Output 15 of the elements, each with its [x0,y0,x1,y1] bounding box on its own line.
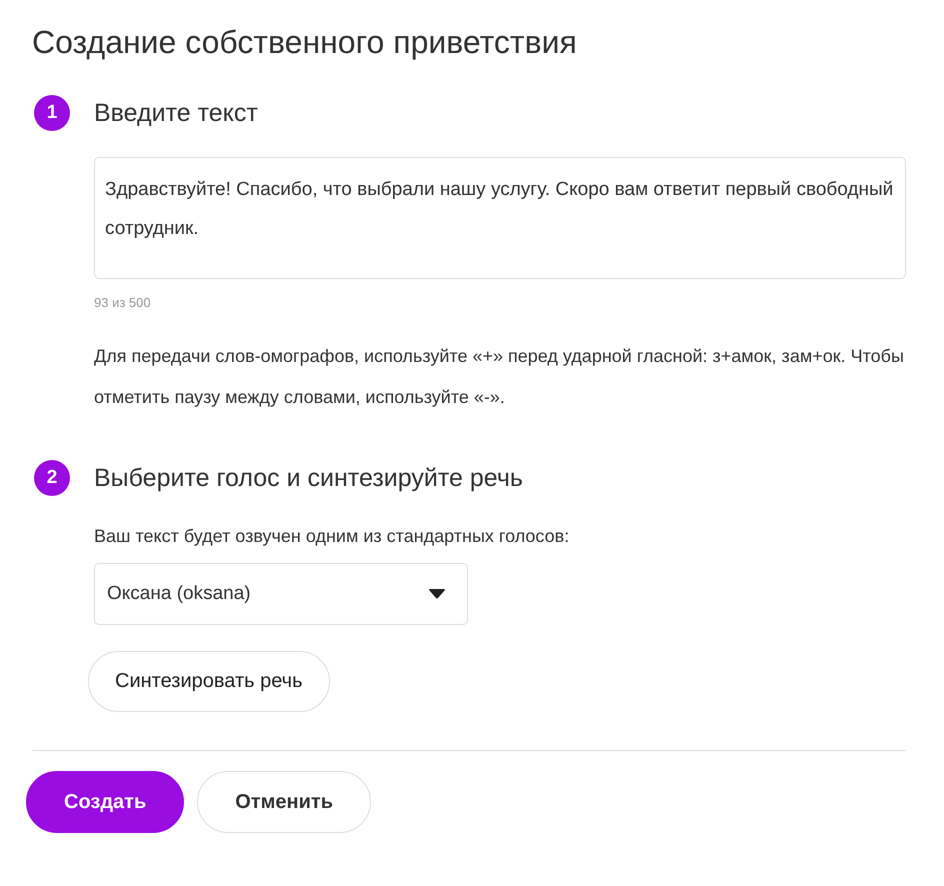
cancel-button[interactable]: Отменить [197,771,371,833]
voice-dropdown[interactable]: Оксана (oksana) [94,563,468,625]
create-button[interactable]: Создать [26,771,184,833]
greeting-text-field[interactable]: Здравствуйте! Спасибо, что выбрали нашу услугу. Скоро вам ответит первый свободный сотрудник. [94,157,906,279]
synthesize-button[interactable]: Синтезировать речь [88,651,330,712]
step-title: Выберите голос и синтезируйте речь [94,464,523,492]
voice-label: Ваш текст будет озвучен одним из стандартных голосов: [94,526,570,547]
caret-icon [429,589,445,599]
character-counter: 93 из 500 [94,295,151,310]
page-title: Создание собственного приветствия [32,24,577,61]
dropdown-value: Оксана (oksana) [107,583,251,605]
hint-text: Для передачи слов-омографов, используйте «+» перед ударной гласной: з+амок, зам+ок. Чтобы отметить паузу между словами, используйте «-». [94,345,905,409]
step-number-badge: 1 [34,95,70,131]
step-number-badge: 2 [34,460,70,496]
step-title: Введите текст [94,98,258,128]
